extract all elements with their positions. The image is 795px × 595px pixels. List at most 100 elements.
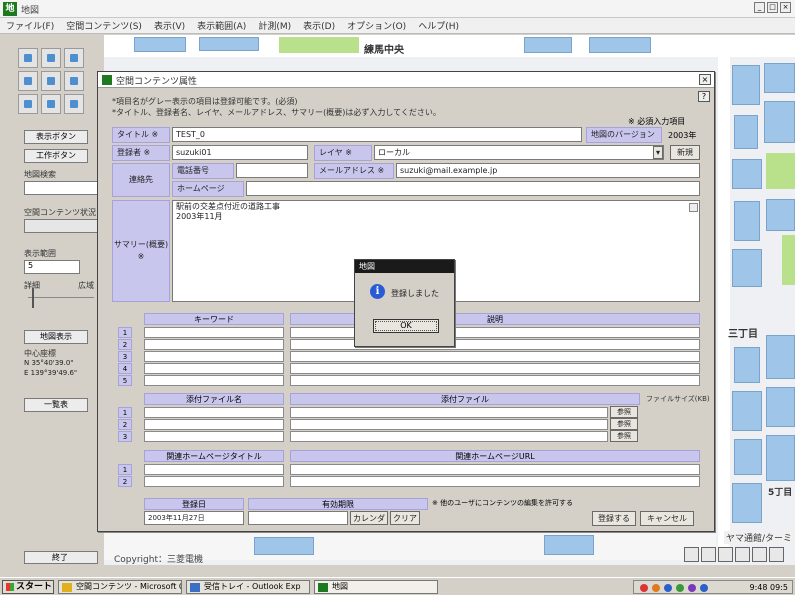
explain-input[interactable] <box>290 339 700 350</box>
nav-southeast-button[interactable] <box>64 94 84 114</box>
row-number: 4 <box>118 363 132 374</box>
menu-range[interactable]: 表示範囲(A) <box>197 19 246 32</box>
taskbar-item-inbox[interactable]: 受信トレイ - Outlook Exp <box>186 580 310 594</box>
related-url-input[interactable] <box>290 464 700 475</box>
nav-center-button[interactable] <box>41 71 61 91</box>
layer-add-button[interactable]: 新規 <box>670 145 700 160</box>
nav-southwest-button[interactable] <box>18 94 38 114</box>
map-tool-button[interactable] <box>735 547 750 562</box>
related-title-input[interactable] <box>144 476 284 487</box>
map-app-icon <box>318 583 328 592</box>
map-tool-button[interactable] <box>718 547 733 562</box>
ok-button[interactable]: OK <box>373 319 439 333</box>
calendar-button[interactable]: カレンダ <box>350 511 388 525</box>
list-button[interactable]: 一覧表 <box>24 398 88 412</box>
browse-button[interactable]: 参照 <box>610 430 638 442</box>
range-select[interactable]: 5 <box>24 260 80 274</box>
tray-icon[interactable] <box>652 584 660 592</box>
taskbar-item-mail[interactable]: 空間コンテンツ - Microsoft Ou <box>58 580 182 594</box>
related-title-input[interactable] <box>144 464 284 475</box>
menu-spatial[interactable]: 空間コンテンツ(S) <box>66 19 142 32</box>
registrant-label: 登録者 ※ <box>112 145 170 161</box>
keyword-input[interactable] <box>144 327 284 338</box>
keyword-input[interactable] <box>144 339 284 350</box>
minimize-button[interactable]: _ <box>754 2 765 13</box>
browse-button[interactable]: 参照 <box>610 418 638 430</box>
explain-input[interactable] <box>290 351 700 362</box>
keyword-input[interactable] <box>144 351 284 362</box>
taskbar-item-map[interactable]: 地図 <box>314 580 438 594</box>
layer-dropdown-chevron-down-icon[interactable]: ▾ <box>653 146 663 159</box>
display-button[interactable]: 表示ボタン <box>24 130 88 144</box>
map-search-input[interactable] <box>24 181 98 195</box>
info-icon: i <box>370 284 385 299</box>
dialog-close-button[interactable]: × <box>699 74 711 85</box>
menu-display[interactable]: 表示(D) <box>303 19 335 32</box>
close-button[interactable]: × <box>780 2 791 13</box>
nav-south-button[interactable] <box>41 94 61 114</box>
map-tool-button[interactable] <box>769 547 784 562</box>
attach-path-input[interactable] <box>290 431 608 442</box>
nav-east-button[interactable] <box>64 71 84 91</box>
nav-west-button[interactable] <box>18 71 38 91</box>
attach-name-input[interactable] <box>144 419 284 430</box>
valid-date-input[interactable] <box>248 511 348 525</box>
cancel-button[interactable]: キャンセル <box>640 511 694 526</box>
tray-icon[interactable] <box>688 584 696 592</box>
menu-help[interactable]: ヘルプ(H) <box>418 19 459 32</box>
map-tool-button[interactable] <box>752 547 767 562</box>
tray-icon[interactable] <box>676 584 684 592</box>
dialog-help-button[interactable]: ? <box>698 91 710 102</box>
menu-options[interactable]: オプション(O) <box>347 19 406 32</box>
attach-name-input[interactable] <box>144 431 284 442</box>
arrow-icon <box>24 54 32 62</box>
map-corner-label: ヤマ通館/ターミ <box>724 531 795 544</box>
map-building <box>766 199 795 231</box>
row-number: 1 <box>118 464 132 475</box>
browse-button[interactable]: 参照 <box>610 406 638 418</box>
homepage-input[interactable] <box>246 181 700 196</box>
zoom-slider[interactable] <box>28 288 94 321</box>
attach-path-input[interactable] <box>290 419 608 430</box>
menu-measure[interactable]: 計測(M) <box>258 19 291 32</box>
scroll-up-icon[interactable] <box>689 203 698 212</box>
explain-input[interactable] <box>290 363 700 374</box>
row-number: 2 <box>118 419 132 430</box>
map-search-label: 地図検索 <box>24 170 56 179</box>
menu-view[interactable]: 表示(V) <box>154 19 185 32</box>
keyword-input[interactable] <box>144 375 284 386</box>
work-button[interactable]: 工作ボタン <box>24 149 88 163</box>
taskbar-item-label: 空間コンテンツ - Microsoft Ou <box>76 582 182 591</box>
attach-name-input[interactable] <box>144 407 284 418</box>
map-building <box>766 335 795 379</box>
nav-northeast-button[interactable] <box>64 48 84 68</box>
tray-icon[interactable] <box>664 584 672 592</box>
envelope-icon <box>62 583 72 592</box>
start-button[interactable]: スタート <box>2 580 54 594</box>
register-button[interactable]: 登録する <box>592 511 636 526</box>
map-tool-button[interactable] <box>684 547 699 562</box>
registrant-input[interactable]: suzuki01 <box>172 145 308 160</box>
phone-input[interactable] <box>236 163 308 178</box>
email-input[interactable]: suzuki@mail.example.jp <box>396 163 700 178</box>
map-display-button[interactable]: 地図表示 <box>24 330 88 344</box>
related-url-input[interactable] <box>290 476 700 487</box>
menu-file[interactable]: ファイル(F) <box>6 19 54 32</box>
map-building <box>544 535 594 555</box>
maximize-button[interactable]: □ <box>767 2 778 13</box>
tray-icon[interactable] <box>640 584 648 592</box>
map-building <box>764 63 795 93</box>
title-input[interactable]: TEST_0 <box>172 127 582 142</box>
map-tool-button[interactable] <box>701 547 716 562</box>
nav-north-button[interactable] <box>41 48 61 68</box>
attach-path-header: 添付ファイル <box>290 393 640 405</box>
clear-button[interactable]: クリア <box>390 511 420 525</box>
explain-input[interactable] <box>290 327 700 338</box>
explain-input[interactable] <box>290 375 700 386</box>
attach-path-input[interactable] <box>290 407 608 418</box>
layer-select[interactable]: ローカル <box>374 145 664 160</box>
tray-icon[interactable] <box>700 584 708 592</box>
map-building <box>734 347 760 383</box>
keyword-input[interactable] <box>144 363 284 374</box>
nav-northwest-button[interactable] <box>18 48 38 68</box>
